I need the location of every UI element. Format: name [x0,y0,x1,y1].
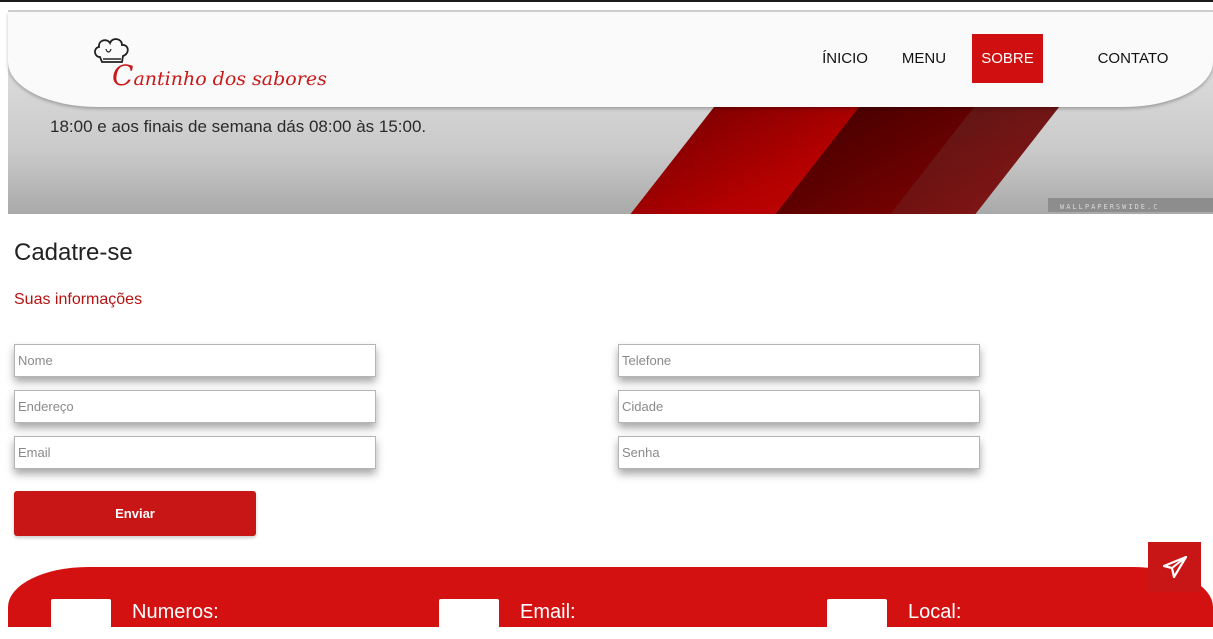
nav-contato[interactable]: CONTATO [1078,34,1188,83]
footer-local-icon [827,599,887,639]
nome-input[interactable] [14,344,376,377]
brand-initial: C [112,59,134,92]
wallpaper-watermark: WALLPAPERSWIDE.C [1060,203,1160,211]
hero-hours-text: 18:00 e aos finais de semana dás 08:00 à… [50,117,427,136]
paper-plane-button[interactable] [1148,542,1201,592]
form-subtitle: Suas informações [14,291,143,308]
cidade-input[interactable] [618,390,980,423]
senha-input[interactable] [618,436,980,469]
form-title: Cadatre-se [14,239,133,266]
footer-local-label: Local: [908,601,962,623]
brand-rest: antinho dos sabores [133,68,327,90]
top-border [0,0,1213,10]
nav-sobre[interactable]: SOBRE [972,34,1043,83]
footer-email-icon [439,599,499,639]
footer-contact-bar: Numeros: Email: Local: [8,567,1213,639]
footer-email-label: Email: [520,601,576,623]
email-input[interactable] [14,436,376,469]
footer-numeros-icon [51,599,111,639]
nav-menu[interactable]: MENU [894,34,954,83]
paper-plane-icon [1162,555,1187,579]
footer-numeros-label: Numeros: [132,601,219,623]
site-header: Cantinho dos sabores ÍNICIO MENU SOBRE C… [8,12,1213,107]
enviar-button[interactable]: Enviar [14,491,256,536]
endereco-input[interactable] [14,390,376,423]
telefone-input[interactable] [618,344,980,377]
nav-inicio[interactable]: ÍNICIO [810,34,880,83]
brand-name: Cantinho dos sabores [112,59,327,92]
